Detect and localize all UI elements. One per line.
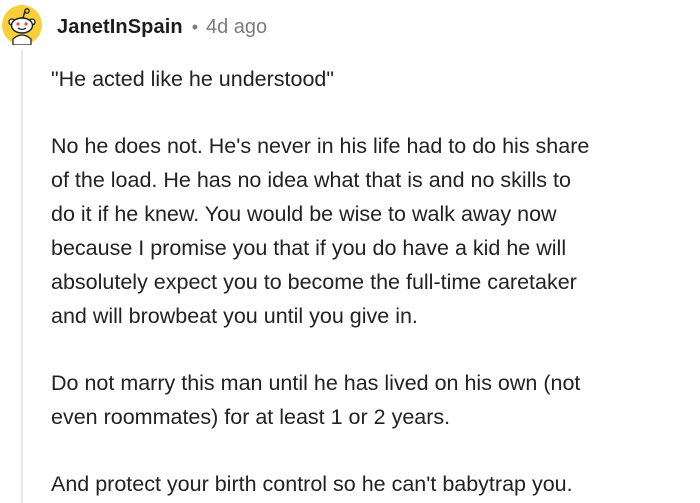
username-link[interactable]: JanetInSpain (57, 16, 183, 39)
thread-line[interactable] (21, 50, 23, 503)
comment-paragraph-1: "He acted like he understood" (51, 67, 334, 91)
comment-body: "He acted like he understood" No he does… (51, 62, 697, 501)
snoo-avatar-icon[interactable] (2, 5, 42, 46)
comment-paragraph-2: No he does not. He's never in his life h… (51, 134, 590, 328)
comment-paragraph-3: Do not marry this man until he has lived… (51, 371, 581, 429)
meta-separator: • (191, 16, 198, 37)
comment-timestamp[interactable]: 4d ago (206, 16, 267, 39)
comment: JanetInSpain • 4d ago "He acted like he … (0, 0, 700, 503)
comment-paragraph-4: And protect your birth control so he can… (51, 472, 573, 496)
comment-header: JanetInSpain • 4d ago (57, 12, 267, 42)
